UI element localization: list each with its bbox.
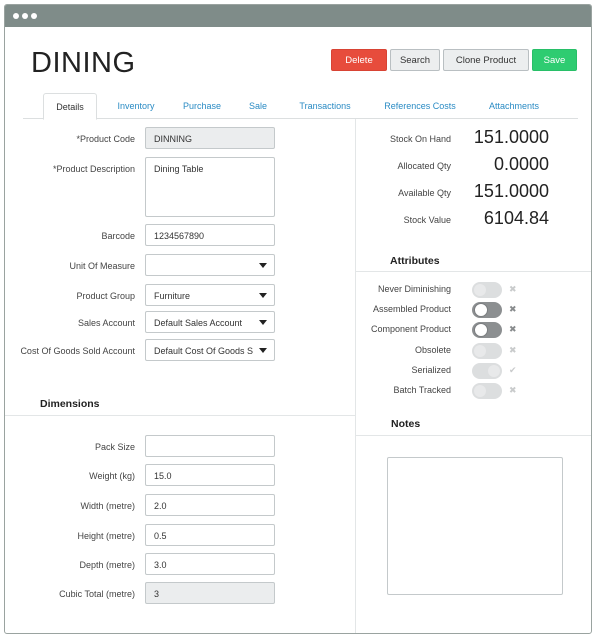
component-product-label: Component Product: [370, 324, 451, 334]
available-qty-label: Available Qty: [398, 188, 451, 198]
barcode-field[interactable]: 1234567890: [145, 224, 275, 246]
product-code-field: DINNING: [145, 127, 275, 149]
weight-label: Weight (kg): [89, 471, 135, 481]
stock-value-label: Stock Value: [403, 215, 451, 225]
serialized-label: Serialized: [411, 365, 451, 375]
unit-of-measure-label: Unit Of Measure: [69, 261, 135, 271]
product-group-label: Product Group: [76, 291, 135, 301]
window-dot-icon: [31, 13, 37, 19]
tab-references-costs[interactable]: References Costs: [375, 93, 465, 119]
cross-icon: ✖: [509, 284, 517, 294]
chevron-down-icon: [259, 320, 267, 325]
obsolete-toggle[interactable]: [472, 343, 502, 359]
available-qty-value: 151.0000: [473, 181, 549, 201]
cubic-total-label: Cubic Total (metre): [59, 589, 135, 599]
allocated-qty-label: Allocated Qty: [397, 161, 451, 171]
stock-on-hand-label: Stock On Hand: [389, 134, 451, 144]
cross-icon: ✖: [509, 324, 517, 334]
product-group-select[interactable]: Furniture: [145, 284, 275, 306]
toggle-knob: [474, 385, 486, 397]
barcode-label: Barcode: [101, 231, 135, 241]
stock-on-hand-value: 151.0000: [473, 127, 549, 147]
cogs-account-label: Cost Of Goods Sold Account: [20, 346, 135, 356]
sales-account-select[interactable]: Default Sales Account: [145, 311, 275, 333]
toggle-knob: [474, 284, 486, 296]
dimensions-divider: [5, 415, 355, 416]
save-button[interactable]: Save: [532, 49, 577, 71]
assembled-product-label: Assembled Product: [372, 304, 451, 314]
app-window: DINING Delete Search Clone Product Save …: [4, 4, 592, 634]
pack-size-field[interactable]: [145, 435, 275, 457]
clone-product-button[interactable]: Clone Product: [443, 49, 529, 71]
notes-textarea[interactable]: [387, 457, 563, 595]
tab-bar: Details Inventory Purchase Sale Transact…: [23, 93, 578, 120]
product-description-field[interactable]: Dining Table: [145, 157, 275, 217]
notes-divider: [356, 435, 591, 436]
check-icon: ✔: [509, 365, 517, 375]
search-button[interactable]: Search: [390, 49, 440, 71]
depth-field[interactable]: 3.0: [145, 553, 275, 575]
page-title: DINING: [31, 47, 136, 79]
cross-icon: ✖: [509, 345, 517, 355]
weight-field[interactable]: 15.0: [145, 464, 275, 486]
component-product-toggle[interactable]: [472, 322, 502, 338]
width-label: Width (metre): [80, 501, 135, 511]
window-dot-icon: [13, 13, 19, 19]
batch-tracked-label: Batch Tracked: [393, 385, 451, 395]
tab-transactions[interactable]: Transactions: [291, 93, 359, 119]
sales-account-value: Default Sales Account: [154, 318, 243, 328]
obsolete-label: Obsolete: [414, 345, 451, 355]
cross-icon: ✖: [509, 385, 517, 395]
toggle-knob: [474, 345, 486, 357]
assembled-product-toggle[interactable]: [472, 302, 502, 318]
unit-of-measure-select[interactable]: [145, 254, 275, 276]
tab-purchase[interactable]: Purchase: [175, 93, 229, 119]
notes-title: Notes: [391, 418, 421, 430]
tab-attachments[interactable]: Attachments: [483, 93, 545, 119]
never-diminishing-toggle[interactable]: [472, 282, 502, 298]
tab-inventory[interactable]: Inventory: [107, 93, 165, 119]
width-field[interactable]: 2.0: [145, 494, 275, 516]
cubic-total-field: 3: [145, 582, 275, 604]
pack-size-label: Pack Size: [94, 442, 135, 452]
window-dot-icon: [22, 13, 28, 19]
toggle-knob: [488, 365, 500, 377]
height-field[interactable]: 0.5: [145, 524, 275, 546]
tab-sale[interactable]: Sale: [243, 93, 273, 119]
height-label: Height (metre): [77, 531, 135, 541]
batch-tracked-toggle[interactable]: [472, 383, 502, 399]
stock-value-value: 6104.84: [483, 208, 549, 228]
tab-details[interactable]: Details: [43, 93, 97, 120]
never-diminishing-label: Never Diminishing: [377, 284, 451, 294]
cogs-account-value: Default Cost Of Goods S: [154, 346, 254, 356]
attributes-title: Attributes: [390, 255, 440, 267]
chevron-down-icon: [259, 263, 267, 268]
cogs-account-select[interactable]: Default Cost Of Goods S: [145, 339, 275, 361]
column-divider: [355, 119, 356, 633]
depth-label: Depth (metre): [79, 560, 135, 570]
chevron-down-icon: [259, 348, 267, 353]
window-titlebar: [5, 5, 591, 27]
allocated-qty-value: 0.0000: [493, 154, 549, 174]
product-description-label: *Product Description: [52, 164, 135, 174]
dimensions-title: Dimensions: [40, 398, 100, 410]
toggle-knob: [474, 323, 488, 337]
product-group-value: Furniture: [154, 291, 191, 301]
product-code-label: *Product Code: [76, 134, 135, 144]
attributes-divider: [356, 271, 591, 272]
toggle-knob: [474, 303, 488, 317]
sales-account-label: Sales Account: [77, 318, 135, 328]
chevron-down-icon: [259, 293, 267, 298]
serialized-toggle[interactable]: [472, 363, 502, 379]
delete-button[interactable]: Delete: [331, 49, 387, 71]
cross-icon: ✖: [509, 304, 517, 314]
